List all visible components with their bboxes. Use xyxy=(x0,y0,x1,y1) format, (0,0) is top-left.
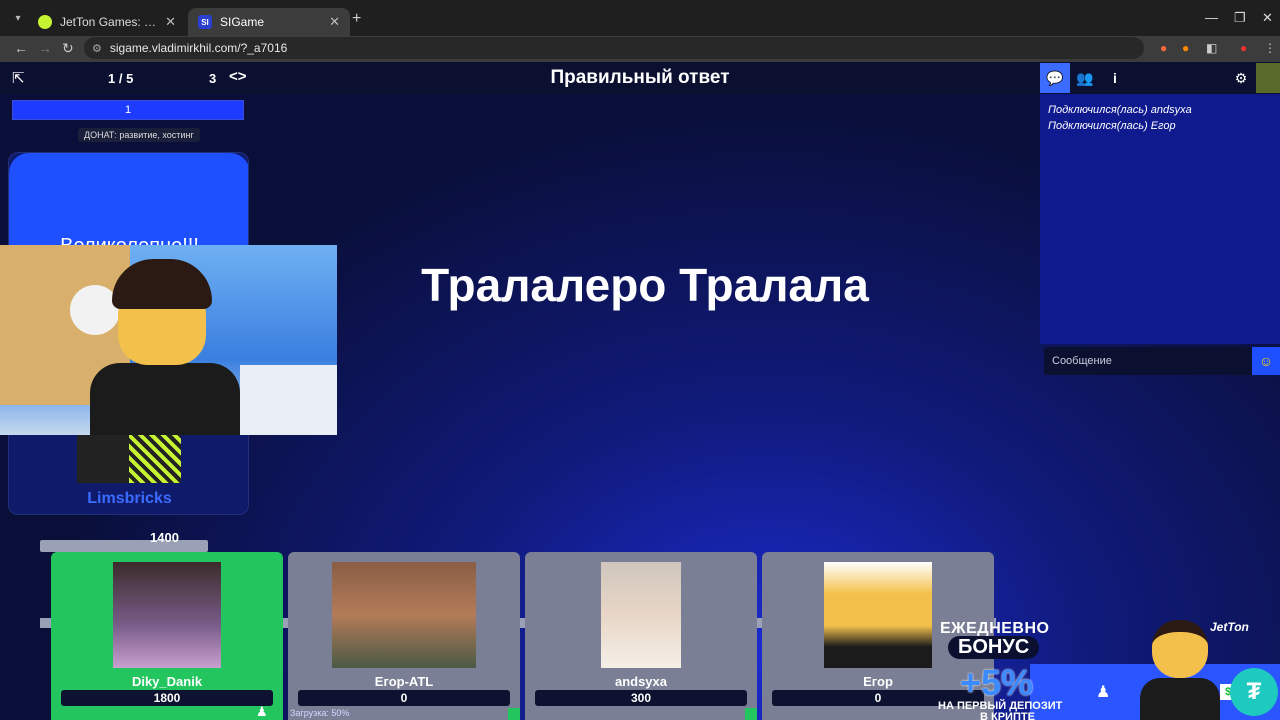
jetton-favicon-icon xyxy=(38,15,52,29)
minimize-icon[interactable]: — xyxy=(1205,10,1218,25)
browser-toolbar: ← → ↻ ⚙ sigame.vladimirkhil.com/?_a7016 … xyxy=(0,36,1280,62)
lego-figure-body xyxy=(90,363,240,435)
pawn-icon: ♟ xyxy=(256,704,268,719)
emoji-button-icon[interactable]: ☺ xyxy=(1252,347,1280,375)
players-tab-icon[interactable]: 👥 xyxy=(1070,63,1100,93)
round-count: 3 xyxy=(209,71,217,86)
ad-lego-figure xyxy=(1140,620,1220,720)
player-avatar xyxy=(332,562,476,668)
timer-value: 1 xyxy=(124,104,132,116)
close-window-icon[interactable]: ✕ xyxy=(1262,10,1273,26)
screen: ▾ JetTon Games: Погружение в ✕ SI SIGame… xyxy=(0,0,1280,720)
site-info-icon[interactable]: ⚙ xyxy=(92,42,102,55)
sigame-favicon-icon: SI xyxy=(198,15,212,29)
donate-button[interactable]: ДОНАТ: развитие, хостинг xyxy=(78,128,200,142)
timer-bar: 1 xyxy=(12,100,244,120)
background-image xyxy=(240,365,337,435)
correct-answer-text: Тралалеро Тралала xyxy=(421,259,869,311)
extension-icon[interactable]: ● xyxy=(1160,41,1167,55)
chat-message: Подключился(лась) Егор xyxy=(1048,120,1176,132)
game-app: ⇱ 1 / 5 3 <> Правильный ответ 1 ДОНАТ: р… xyxy=(0,62,1280,720)
ad-percent: +5% xyxy=(960,662,1034,703)
pawn-icon: ♟ xyxy=(1096,684,1111,701)
chat-log: Подключился(лась) andsyxa Подключился(ла… xyxy=(1040,94,1280,344)
extension-icon[interactable]: ● xyxy=(1182,41,1189,55)
extensions-puzzle-icon[interactable]: ◧ xyxy=(1206,41,1217,55)
forward-icon[interactable]: → xyxy=(38,40,52,56)
back-icon[interactable]: ← xyxy=(14,40,28,56)
player-status-indicator xyxy=(745,708,757,720)
url-text: sigame.vladimirkhil.com/?_a7016 xyxy=(109,41,288,55)
player-score: 300 xyxy=(535,690,747,706)
jetton-ad-banner[interactable]: ЕЖЕДНЕВНО БОНУС +5% НА ПЕРВЫЙ ДЕПОЗИТ В … xyxy=(930,610,1280,720)
ad-line: БОНУС xyxy=(948,636,1040,659)
player-avatar xyxy=(113,562,221,668)
player-avatar xyxy=(601,562,681,668)
browser-tab-jetton[interactable]: JetTon Games: Погружение в ✕ xyxy=(28,8,186,36)
player-name: andsyxa xyxy=(614,674,668,689)
player-card[interactable]: andsyxa 300 xyxy=(525,552,757,720)
stake-tab xyxy=(40,540,208,552)
side-panel-tabs: 💬 👥 i ⚙ xyxy=(1040,62,1280,94)
info-tab-icon[interactable]: i xyxy=(1100,63,1130,93)
stage-title: Правильный ответ xyxy=(550,67,730,88)
player-name: Егор-ATL xyxy=(374,674,434,689)
tab-title: SIGame xyxy=(220,15,265,29)
game-topbar: ⇱ 1 / 5 3 <> Правильный ответ xyxy=(0,62,1040,94)
player-status-indicator xyxy=(508,708,520,720)
browser-tabbar: ▾ JetTon Games: Погружение в ✕ SI SIGame… xyxy=(0,0,1280,36)
tab-title: JetTon Games: Погружение в xyxy=(60,15,157,29)
profile-icon[interactable]: ● xyxy=(1240,41,1247,55)
player-status-indicator xyxy=(271,708,283,720)
player-score: 0 xyxy=(298,690,510,706)
tether-coin-icon: ₮ xyxy=(1230,668,1278,716)
restore-icon[interactable]: ❐ xyxy=(1234,10,1246,26)
tab-list-icon[interactable]: ▾ xyxy=(10,10,26,26)
settings-gear-icon[interactable]: ⚙ xyxy=(1226,63,1256,93)
user-avatar[interactable] xyxy=(1256,63,1280,93)
loading-status: Загрузка: 50% xyxy=(290,708,350,718)
ad-line: В КРИПТЕ xyxy=(980,711,1035,720)
browser-tab-sigame[interactable]: SI SIGame ✕ xyxy=(188,8,350,36)
close-tab-icon[interactable]: ✕ xyxy=(165,14,176,30)
round-progress: 1 / 5 xyxy=(108,71,134,86)
ad-brand-logo: JetTon xyxy=(1210,620,1249,634)
showman-name: Limsbricks xyxy=(87,490,172,507)
player-card[interactable]: Егор-ATL 0 xyxy=(288,552,520,720)
chat-message: Подключился(лась) andsyxa xyxy=(1048,104,1192,116)
chat-tab-icon[interactable]: 💬 xyxy=(1040,63,1070,93)
new-tab-icon[interactable]: + xyxy=(352,10,361,28)
exit-game-icon[interactable]: ⇱ xyxy=(12,69,30,87)
address-bar[interactable]: ⚙ sigame.vladimirkhil.com/?_a7016 xyxy=(84,37,1144,59)
player-card[interactable]: Diky_Danik 1800 xyxy=(51,552,283,720)
message-input[interactable]: Сообщение xyxy=(1044,347,1252,375)
player-name: Diky_Danik xyxy=(131,674,203,689)
player-score: 1800 xyxy=(61,690,273,706)
menu-kebab-icon[interactable]: ⋮ xyxy=(1264,41,1276,55)
stake-value: 1400 xyxy=(150,530,179,545)
player-avatar xyxy=(824,562,932,668)
close-tab-icon[interactable]: ✕ xyxy=(329,14,340,30)
showman-avatar xyxy=(77,435,181,483)
reload-icon[interactable]: ↻ xyxy=(62,40,74,57)
